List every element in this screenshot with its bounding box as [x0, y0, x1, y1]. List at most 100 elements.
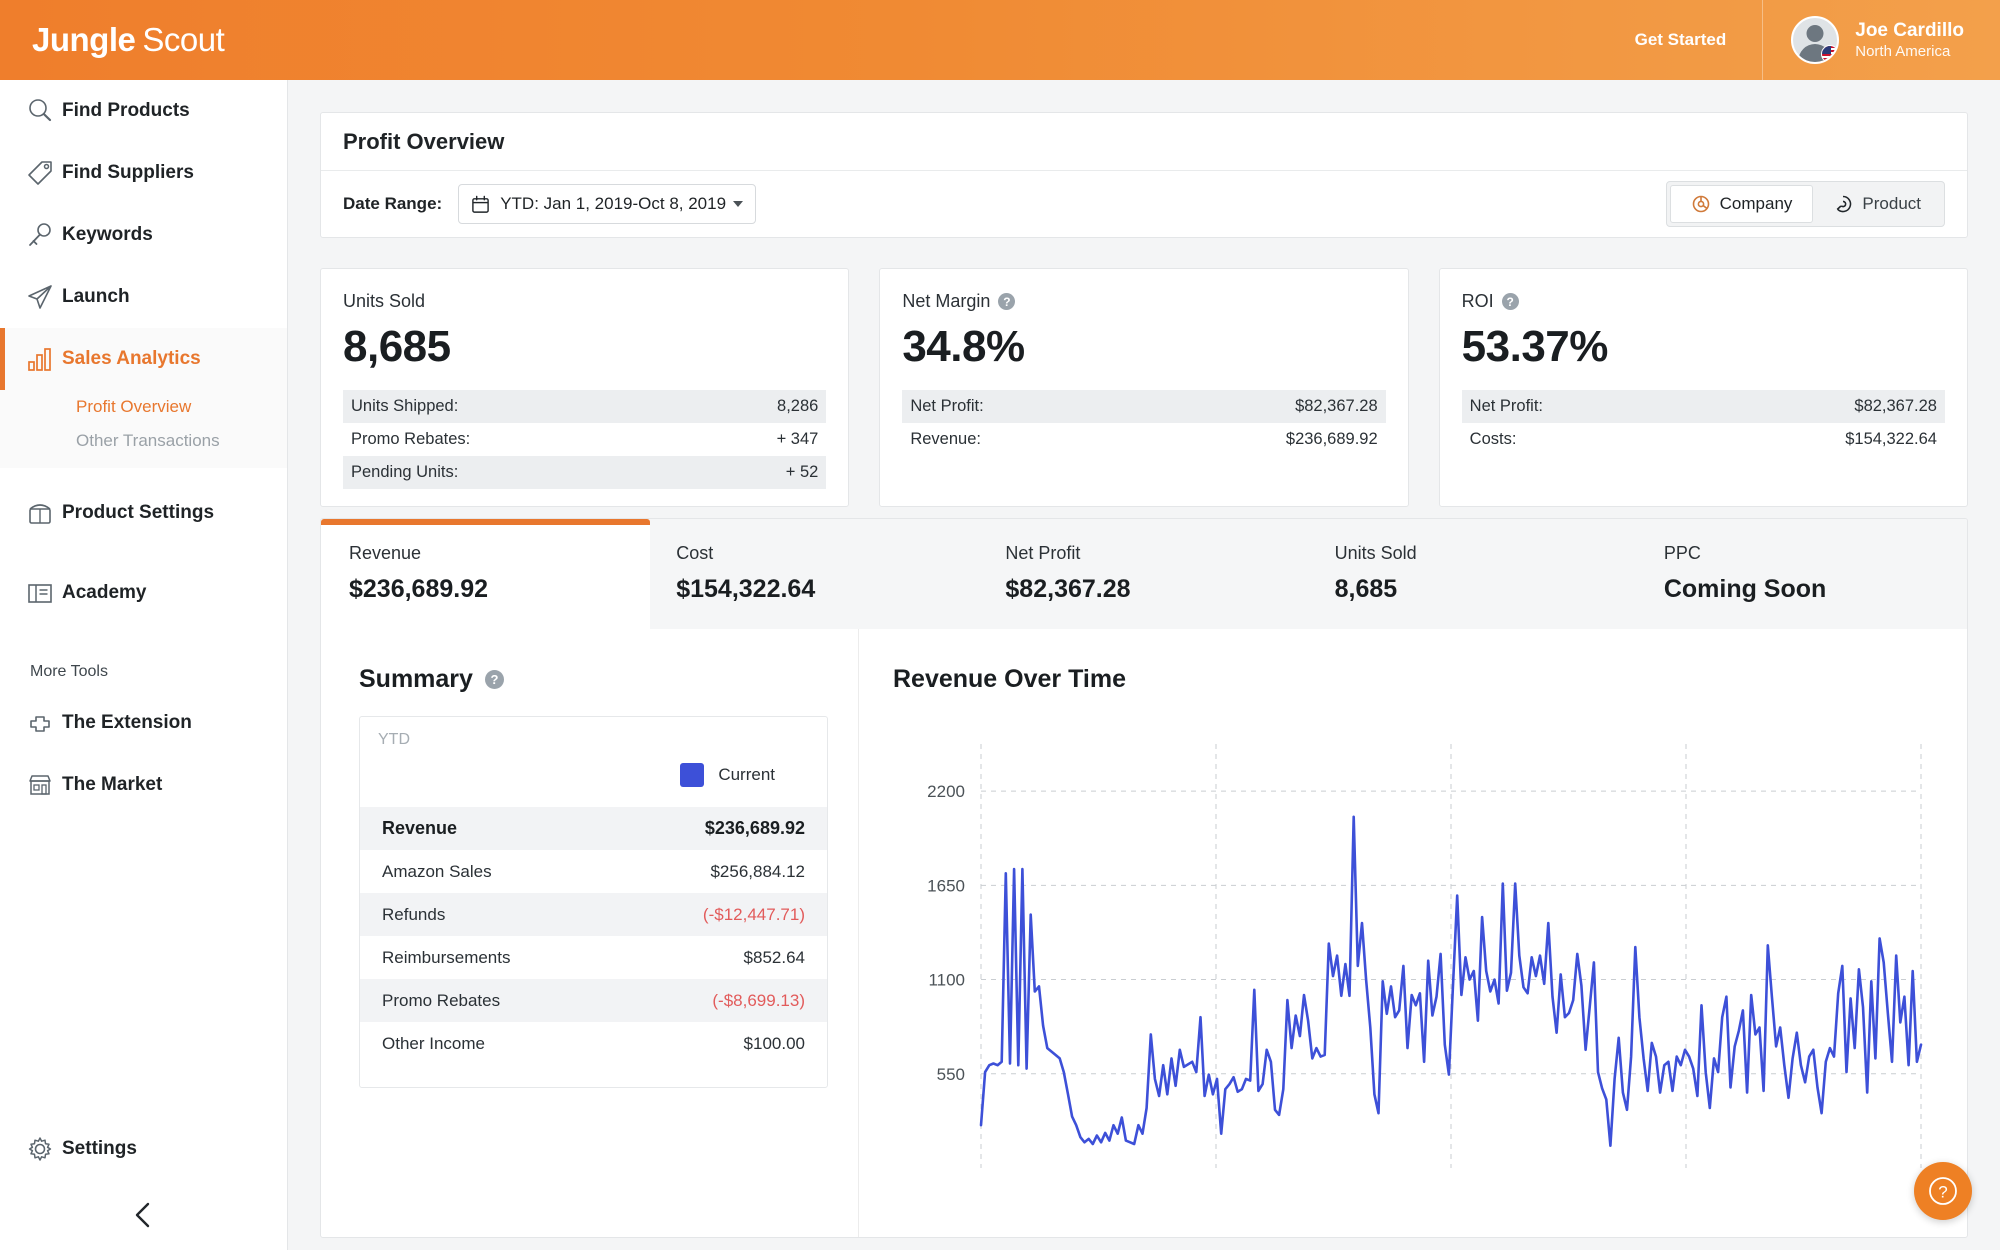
tab-value: $236,689.92 [349, 575, 489, 603]
tab-ppc[interactable]: PPC Coming Soon [1638, 519, 1967, 629]
user-menu[interactable]: Joe Cardillo North America [1762, 0, 2000, 80]
svg-text:?: ? [1938, 1183, 1947, 1202]
row-value: $236,689.92 [704, 818, 805, 838]
sidebar-item-keywords[interactable]: Keywords [0, 204, 287, 266]
table-row: Refunds (-$12,447.71) [360, 893, 827, 936]
chevron-down-icon [733, 201, 744, 207]
row-value: (-$12,447.71) [702, 904, 805, 924]
magnifier-icon [18, 96, 62, 126]
row-label: Reimbursements [382, 947, 511, 967]
legend-color-swatch [680, 763, 705, 787]
help-fab-button[interactable]: ? [1914, 1162, 1972, 1220]
tab-value: Coming Soon [1663, 575, 1827, 603]
sidebar-subitem-profit-overview[interactable]: Profit Overview [0, 390, 287, 424]
kpi-detail-label: Units Shipped: [351, 397, 459, 415]
sidebar-item-the-market[interactable]: The Market [0, 754, 287, 816]
donut-chart-icon [1837, 195, 1852, 213]
kpi-detail-value: 8,286 [777, 397, 819, 415]
sidebar-item-sales-analytics[interactable]: Sales Analytics [0, 328, 287, 390]
kpi-detail-row: Pending Units: + 52 [343, 456, 827, 489]
sidebar-item-settings[interactable]: Settings [0, 1118, 287, 1180]
revenue-chart[interactable]: 550 1100 1650 2200 [893, 730, 1933, 1190]
sidebar: Find Products Find Suppliers Keywords La… [0, 80, 288, 1250]
row-label: Promo Rebates [382, 990, 501, 1010]
kpi-value: 53.37% [1461, 322, 1609, 371]
chart-title: Revenue Over Time [893, 665, 1126, 693]
tab-revenue[interactable]: Revenue $236,689.92 [321, 519, 651, 629]
storefront-icon [18, 770, 62, 800]
app-logo[interactable]: Jungle Scout [32, 21, 225, 59]
tab-net-profit[interactable]: Net Profit $82,367.28 [979, 519, 1308, 629]
avatar-head [1806, 25, 1824, 42]
top-bar: Jungle Scout Get Started Joe Cardillo Nor… [0, 0, 2000, 80]
bar-chart-icon [18, 344, 62, 374]
sidebar-item-label: Find Products [62, 100, 190, 121]
book-icon [18, 578, 62, 608]
kpi-card-net-margin: Net Margin ? 34.8% Net Profit: $82,367.2… [879, 268, 1409, 507]
toggle-company-label: Company [1719, 194, 1793, 213]
row-value: $852.64 [743, 947, 805, 967]
row-label: Other Income [382, 1033, 485, 1053]
kpi-detail-value: $82,367.28 [1854, 397, 1937, 415]
sidebar-item-product-settings[interactable]: Product Settings [0, 482, 287, 544]
sidebar-item-label: Settings [62, 1138, 137, 1159]
svg-text:1100: 1100 [928, 971, 965, 990]
sidebar-item-launch[interactable]: Launch [0, 266, 287, 328]
kpi-detail-value: $154,322.64 [1845, 430, 1937, 448]
tab-cost[interactable]: Cost $154,322.64 [650, 519, 979, 629]
summary-title: Summary ? [359, 665, 828, 694]
row-label: Refunds [382, 904, 446, 924]
page-title: Profit Overview [343, 128, 505, 154]
sidebar-section-more-tools: More Tools [30, 663, 108, 680]
kpi-label-text: Units Sold [343, 291, 426, 311]
kpi-detail-label: Revenue: [910, 430, 981, 448]
row-label: Revenue [382, 818, 458, 838]
table-row: Amazon Sales $256,884.12 [360, 850, 827, 893]
toggle-product-button[interactable]: Product [1813, 185, 1941, 223]
sidebar-item-find-suppliers[interactable]: Find Suppliers [0, 142, 287, 204]
tab-value: $82,367.28 [1005, 575, 1131, 603]
svg-text:2200: 2200 [927, 782, 965, 801]
summary-table-header: YTD Current [360, 717, 827, 807]
sidebar-item-label: Launch [62, 286, 130, 307]
tab-label: Units Sold [1334, 543, 1417, 563]
get-started-link[interactable]: Get Started [1635, 30, 1763, 50]
tab-value: $154,322.64 [676, 575, 816, 603]
kpi-detail-value: $236,689.92 [1285, 430, 1378, 448]
panel-controls: Date Range: YTD: Jan 1, 2019-Oct 8, 2019… [321, 171, 1967, 237]
toggle-product-label: Product [1862, 194, 1921, 213]
sidebar-subitem-other-transactions[interactable]: Other Transactions [0, 424, 287, 458]
kpi-label: ROI ? [1462, 291, 1945, 312]
tab-units-sold[interactable]: Units Sold 8,685 [1309, 519, 1638, 629]
summary-section: Summary ? YTD Current Revenue $236,689.9… [321, 629, 859, 1237]
sidebar-item-label: Sales Analytics [62, 348, 201, 369]
toggle-company-button[interactable]: Company [1669, 185, 1814, 223]
kpi-detail-label: Costs: [1469, 430, 1517, 448]
row-label: Amazon Sales [382, 861, 492, 881]
tag-icon [18, 158, 62, 188]
sidebar-item-the-extension[interactable]: The Extension [0, 692, 287, 754]
help-icon[interactable]: ? [998, 293, 1016, 310]
help-icon[interactable]: ? [484, 670, 504, 689]
kpi-detail-value: + 52 [785, 463, 819, 481]
kpi-detail-value: $82,367.28 [1295, 397, 1378, 415]
sidebar-collapse-button[interactable] [0, 1180, 287, 1250]
calendar-icon [472, 195, 489, 213]
sidebar-item-academy[interactable]: Academy [0, 562, 287, 624]
kpi-label-text: Net Margin [902, 291, 991, 311]
sidebar-item-label: Product Settings [62, 502, 215, 523]
user-text: Joe Cardillo North America [1855, 19, 1964, 62]
kpi-label: Units Sold [343, 291, 826, 312]
kpi-detail-label: Net Profit: [910, 397, 984, 415]
date-range-select[interactable]: YTD: Jan 1, 2019-Oct 8, 2019 [458, 184, 757, 224]
user-name: Joe Cardillo [1855, 19, 1964, 41]
metric-tabs: Revenue $236,689.92 Cost $154,322.64 Net… [321, 519, 1967, 629]
main-content: Profit Overview Date Range: YTD: Jan 1, … [288, 80, 2000, 1250]
sidebar-item-find-products[interactable]: Find Products [0, 80, 287, 142]
tab-label: Cost [676, 543, 714, 563]
kpi-detail-row: Costs: $154,322.64 [1462, 423, 1945, 456]
help-icon: ? [1929, 1177, 1957, 1205]
scope-toggle: Company Product [1665, 181, 1945, 227]
help-icon[interactable]: ? [1501, 293, 1519, 310]
table-row: Reimbursements $852.64 [360, 936, 827, 979]
